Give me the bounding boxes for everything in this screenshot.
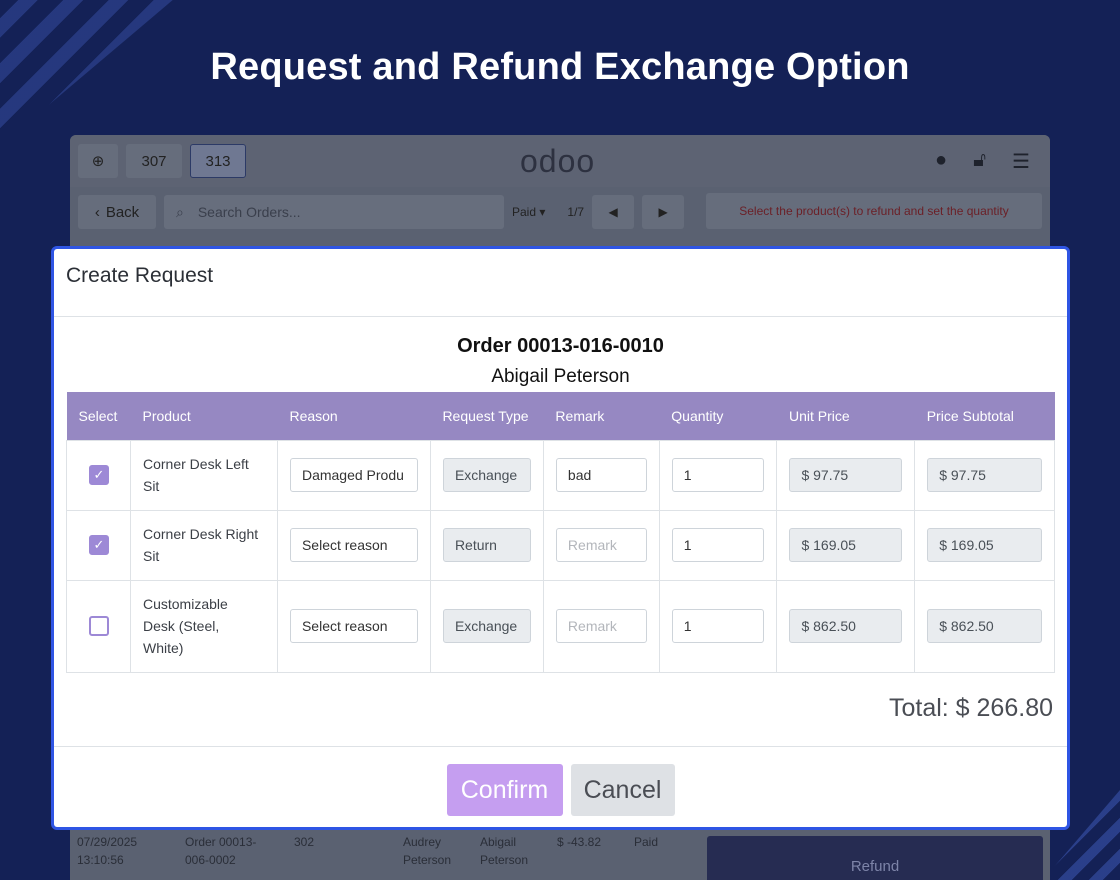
remark-input[interactable]: bad (555, 458, 647, 492)
plus-circle-icon: ⊕ (91, 153, 105, 170)
lock-icon[interactable]: 🔓︎ (973, 149, 986, 174)
hero-title: Request and Refund Exchange Option (210, 46, 910, 88)
pos-topbar: ⊕ 307 313 odoo ● 🔓︎ ☰ (70, 135, 1050, 187)
user-avatar-icon[interactable]: ● (935, 149, 947, 174)
check-icon: ✓ (93, 537, 105, 552)
quantity-input[interactable]: 1 (671, 528, 765, 562)
search-icon: ⌕ (176, 203, 184, 220)
total-amount: Total: $ 266.80 (888, 694, 1053, 722)
column-header: Quantity (659, 392, 777, 440)
unit-price-field: $ 97.75 (789, 458, 903, 492)
column-header: Reason (277, 392, 431, 440)
confirm-button[interactable]: Confirm (446, 764, 563, 816)
request-type-field[interactable]: Exchange (442, 458, 531, 492)
order-tab[interactable]: 313 (190, 144, 246, 178)
table-row: ✓ Corner Desk Right Sit Select reason Re… (66, 509, 1055, 581)
pos-toolbar: ‹ Back ⌕ Search Orders... Paid ▾ 1/7 ◀ ▶ (70, 190, 700, 234)
select-checkbox[interactable]: ✓ (89, 535, 109, 555)
status-filter[interactable]: Paid ▾ (512, 205, 545, 219)
check-icon: ✓ (93, 467, 105, 482)
select-checkbox[interactable] (89, 616, 109, 636)
reason-select[interactable]: Damaged Produ (289, 458, 418, 492)
table-header-row: Select Product Reason Request Type Remar… (66, 392, 1055, 440)
select-checkbox[interactable]: ✓ (89, 465, 109, 485)
menu-icon[interactable]: ☰ (1012, 149, 1030, 174)
request-type-field[interactable]: Return (442, 528, 531, 562)
prev-page-button[interactable]: ◀ (592, 195, 635, 229)
price-subtotal-field: $ 862.50 (927, 609, 1042, 643)
reason-select[interactable]: Select reason (289, 528, 418, 562)
order-tab[interactable]: 307 (126, 144, 182, 178)
request-items-table: Select Product Reason Request Type Remar… (66, 392, 1055, 673)
customer-name: Abigail Peterson (491, 366, 630, 387)
dialog-footer: Confirm Cancel (54, 746, 1067, 827)
column-header: Product (130, 392, 278, 440)
next-page-button[interactable]: ▶ (642, 195, 685, 229)
cancel-button[interactable]: Cancel (570, 764, 675, 816)
column-header: Select (66, 392, 131, 440)
refund-hint: Select the product(s) to refund and set … (706, 193, 1042, 229)
table-row: Customizable Desk (Steel, White) Select … (66, 579, 1055, 673)
remark-input[interactable]: Remark (555, 609, 647, 643)
unit-price-field: $ 862.50 (789, 609, 903, 643)
request-type-field[interactable]: Exchange (442, 609, 531, 643)
search-orders-input[interactable]: ⌕ Search Orders... (164, 195, 504, 229)
quantity-input[interactable]: 1 (671, 458, 765, 492)
refund-button[interactable]: Refund (707, 836, 1043, 880)
column-header: Remark (543, 392, 660, 440)
table-row: ✓ Corner Desk Left Sit Damaged Produ Exc… (66, 439, 1055, 511)
price-subtotal-field: $ 169.05 (927, 528, 1042, 562)
unit-price-field: $ 169.05 (789, 528, 903, 562)
product-name: Customizable Desk (Steel, White) (142, 596, 228, 656)
column-header: Unit Price (776, 392, 915, 440)
odoo-logo: odoo (520, 143, 596, 179)
chevron-left-icon: ‹ (94, 203, 100, 221)
order-title: Order 00013-016-0010 (457, 335, 664, 357)
remark-input[interactable]: Remark (555, 528, 647, 562)
order-row[interactable]: 07/29/2025 13:10:56 Order 00013- 006-000… (70, 831, 700, 880)
price-subtotal-field: $ 97.75 (927, 458, 1042, 492)
column-header: Price Subtotal (914, 392, 1055, 440)
back-button[interactable]: ‹ Back (78, 195, 156, 229)
reason-select[interactable]: Select reason (289, 609, 418, 643)
dialog-title: Create Request (54, 249, 1067, 317)
new-order-button[interactable]: ⊕ (78, 144, 118, 178)
create-request-dialog: Create Request Order 00013-016-0010 Abig… (51, 246, 1070, 830)
quantity-input[interactable]: 1 (671, 609, 765, 643)
product-name: Corner Desk Right Sit (142, 526, 259, 564)
column-header: Request Type (430, 392, 544, 440)
product-name: Corner Desk Left Sit (142, 456, 249, 494)
page-indicator: 1/7 (567, 205, 585, 219)
